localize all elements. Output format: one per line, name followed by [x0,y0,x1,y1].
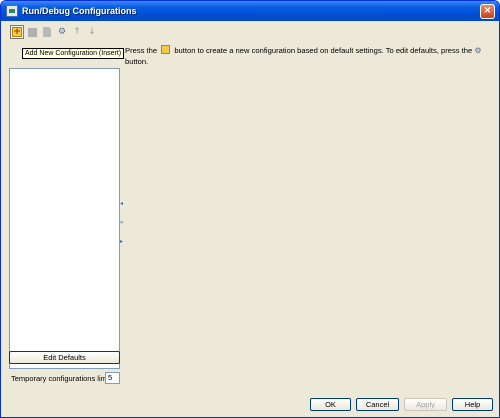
remove-configuration-button[interactable] [25,25,39,39]
edit-defaults-button[interactable]: Edit Defaults [9,351,120,364]
move-up-icon: ↑ [73,27,81,37]
apply-button[interactable]: Apply [404,398,447,411]
splitter-grip-icon: « [120,220,124,226]
edit-defaults-toolbar-button[interactable]: ⚙ [55,25,69,39]
remove-icon [27,27,37,37]
inline-add-icon [161,45,171,54]
add-configuration-button[interactable]: + [10,25,24,39]
instruction-message: Press the button to create a new configu… [125,45,490,67]
message-part1: Press the [125,46,158,55]
copy-icon [43,27,51,37]
ok-button[interactable]: OK [310,398,351,411]
add-icon: + [12,27,22,37]
collapse-left-icon: ◂ [120,201,124,207]
cancel-button[interactable]: Cancel [356,398,399,411]
configurations-tree[interactable] [9,68,120,369]
temporary-limit-input[interactable]: 5 [105,372,120,384]
help-button[interactable]: Help [452,398,493,411]
inline-edit-defaults-icon: ⚙ [474,46,482,55]
run-debug-configurations-dialog: Run/Debug Configurations × + ⚙ ↑ ↓ Add N… [0,0,500,418]
move-up-button[interactable]: ↑ [70,25,84,39]
copy-configuration-button[interactable] [40,25,54,39]
app-icon [6,5,18,17]
temporary-limit-label: Temporary configurations limit: [11,374,113,383]
panel-splitter[interactable]: ◂ « ▸ [120,201,124,251]
message-part2: button to create a new configuration bas… [174,46,473,55]
dialog-content: + ⚙ ↑ ↓ Add New Configuration (Insert) ◂… [2,21,498,417]
window-title: Run/Debug Configurations [22,6,137,16]
move-down-icon: ↓ [88,27,96,37]
message-part3: button. [125,57,149,66]
title-bar[interactable]: Run/Debug Configurations × [1,1,499,21]
add-configuration-tooltip: Add New Configuration (Insert) [22,48,125,59]
expand-right-icon: ▸ [120,239,124,245]
move-down-button[interactable]: ↓ [85,25,99,39]
close-button[interactable]: × [480,4,495,19]
configurations-toolbar: + ⚙ ↑ ↓ [10,25,100,39]
edit-defaults-icon: ⚙ [57,27,67,37]
